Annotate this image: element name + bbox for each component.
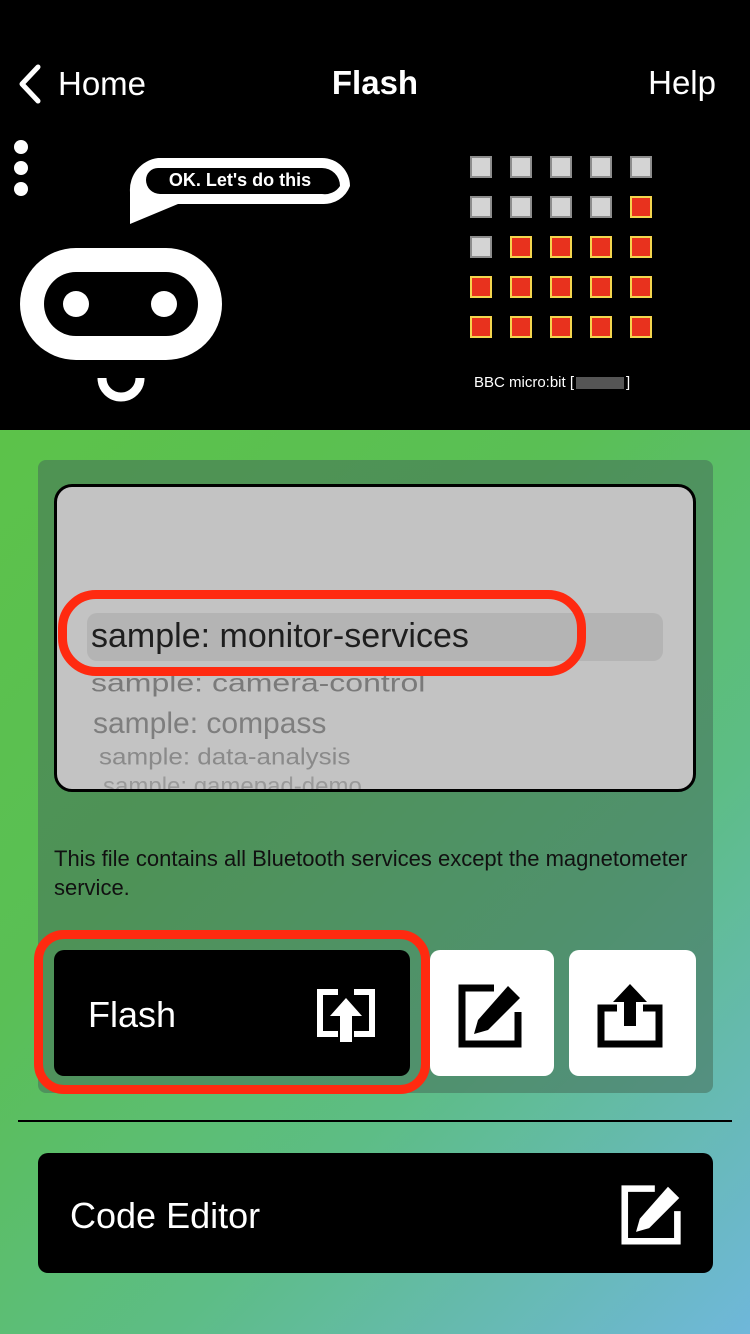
edit-icon bbox=[621, 1185, 681, 1245]
flash-highlight bbox=[34, 930, 430, 1094]
picker-item[interactable]: sample: data-analysis bbox=[99, 743, 350, 771]
picker-item[interactable]: sample: compass bbox=[93, 707, 326, 741]
led-pixel bbox=[470, 276, 492, 298]
code-editor-button[interactable]: Code Editor bbox=[38, 1153, 713, 1273]
led-pixel bbox=[550, 156, 572, 178]
led-pixel bbox=[630, 316, 652, 338]
header: Home Flash Help OK. Let's do this BBC mi… bbox=[0, 0, 750, 430]
help-button[interactable]: Help bbox=[648, 64, 716, 102]
led-pixel bbox=[630, 236, 652, 258]
divider bbox=[18, 1120, 732, 1122]
led-pixel bbox=[470, 196, 492, 218]
device-label: BBC micro:bit [] bbox=[474, 374, 631, 391]
edit-button[interactable] bbox=[430, 950, 554, 1076]
led-pixel bbox=[470, 316, 492, 338]
redacted-device-name bbox=[576, 377, 625, 390]
led-pixel bbox=[590, 196, 612, 218]
page-title: Flash bbox=[331, 64, 419, 101]
speech-bubble bbox=[129, 158, 350, 224]
flash-panel: sample: monitor-services sample: camera-… bbox=[34, 460, 713, 1094]
led-pixel bbox=[590, 276, 612, 298]
led-pixel bbox=[470, 156, 492, 178]
led-pixel bbox=[590, 236, 612, 258]
led-pixel bbox=[470, 236, 492, 258]
led-pixel bbox=[590, 316, 612, 338]
edit-icon bbox=[458, 984, 522, 1048]
selection-highlight bbox=[58, 590, 586, 676]
led-pixel bbox=[630, 156, 652, 178]
speech-text: OK. Let's do this bbox=[168, 170, 312, 190]
share-button[interactable] bbox=[569, 950, 696, 1076]
robot-mascot bbox=[20, 248, 222, 402]
led-pixel bbox=[510, 236, 532, 258]
led-pixel bbox=[630, 276, 652, 298]
main-content: sample: monitor-services sample: camera-… bbox=[0, 430, 750, 1334]
led-pixel bbox=[550, 316, 572, 338]
led-pixel bbox=[550, 196, 572, 218]
led-pixel bbox=[510, 316, 532, 338]
led-pixel bbox=[630, 196, 652, 218]
led-matrix bbox=[470, 156, 654, 340]
sample-description: This file contains all Bluetooth service… bbox=[54, 846, 688, 900]
share-icon bbox=[597, 984, 663, 1048]
led-pixel bbox=[510, 196, 532, 218]
led-pixel bbox=[510, 276, 532, 298]
more-vertical-icon[interactable] bbox=[8, 140, 34, 202]
led-pixel bbox=[550, 276, 572, 298]
led-pixel bbox=[510, 156, 532, 178]
led-pixel bbox=[590, 156, 612, 178]
picker-item[interactable]: sample: gamepad-demo bbox=[103, 773, 362, 789]
code-editor-label: Code Editor bbox=[70, 1195, 261, 1236]
led-pixel bbox=[550, 236, 572, 258]
